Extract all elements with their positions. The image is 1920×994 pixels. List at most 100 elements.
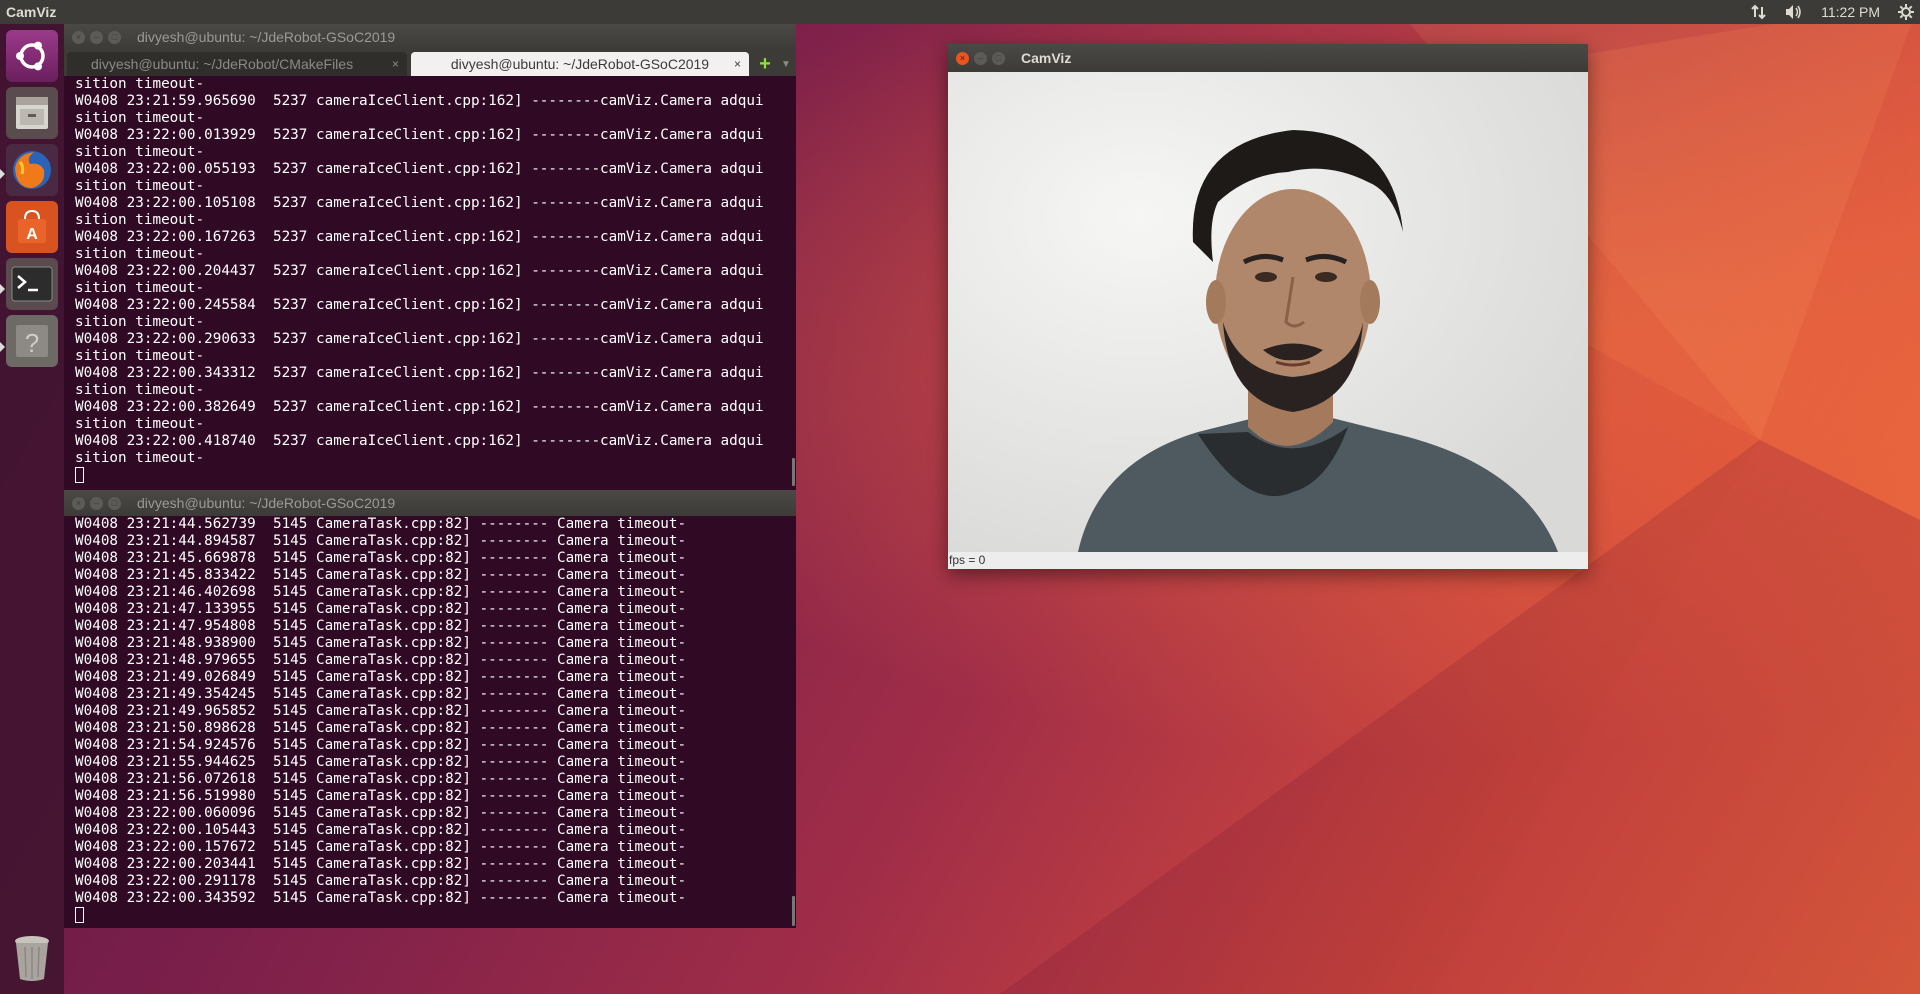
- terminal-top-output[interactable]: sition timeout- W0408 23:21:59.965690 523…: [64, 76, 796, 485]
- close-button[interactable]: ×: [956, 51, 969, 65]
- new-tab-plus-icon[interactable]: +: [755, 53, 775, 75]
- terminal-bottom-output[interactable]: W0408 23:21:44.562739 5145 CameraTask.cp…: [64, 516, 796, 925]
- clock[interactable]: 11:22 PM: [1821, 0, 1880, 24]
- terminal-line: W0408 23:22:00.055193 5237 cameraIceClie…: [75, 161, 764, 177]
- ubuntu-dash-button[interactable]: [6, 30, 58, 82]
- network-transfer-icon[interactable]: [1751, 0, 1767, 24]
- camviz-window[interactable]: × – □ CamViz fps = 0: [948, 44, 1588, 569]
- terminal-line: W0408 23:21:56.072618 5145 CameraTask.cp…: [75, 771, 687, 787]
- scrollbar[interactable]: [792, 458, 795, 486]
- minimize-button[interactable]: –: [90, 496, 103, 510]
- settings-gear-icon[interactable]: [1898, 0, 1914, 24]
- svg-text:?: ?: [25, 328, 39, 358]
- tab-cmakefiles[interactable]: divyesh@ubuntu: ~/JdeRobot/CMakeFiles ×: [67, 52, 407, 76]
- minimize-button[interactable]: –: [90, 30, 103, 44]
- firefox-launcher-button[interactable]: [6, 144, 58, 196]
- window-title: CamViz: [1021, 50, 1072, 66]
- terminal-line: W0408 23:21:49.965852 5145 CameraTask.cp…: [75, 703, 687, 719]
- terminal-tab-bar: divyesh@ubuntu: ~/JdeRobot/CMakeFiles × …: [64, 50, 796, 76]
- active-app-title: CamViz: [6, 4, 57, 20]
- terminal-line: W0408 23:21:44.562739 5145 CameraTask.cp…: [75, 516, 687, 532]
- terminal-line: sition timeout-: [75, 144, 205, 160]
- terminal-line: W0408 23:22:00.203441 5145 CameraTask.cp…: [75, 856, 687, 872]
- launcher: A ?: [0, 24, 64, 994]
- terminal-line: W0408 23:21:56.519980 5145 CameraTask.cp…: [75, 788, 687, 804]
- terminal-window-top[interactable]: × – □ divyesh@ubuntu: ~/JdeRobot-GSoC201…: [64, 24, 796, 490]
- ubuntu-logo-icon: [16, 41, 45, 71]
- terminal-line: W0408 23:22:00.343312 5237 cameraIceClie…: [75, 365, 764, 381]
- terminal-line: sition timeout-: [75, 178, 205, 194]
- terminal-cursor: [75, 467, 84, 483]
- maximize-button[interactable]: □: [108, 496, 121, 510]
- indicators: 11:22 PM: [1751, 0, 1914, 24]
- terminal-top-titlebar[interactable]: × – □ divyesh@ubuntu: ~/JdeRobot-GSoC201…: [64, 24, 796, 50]
- svg-text:A: A: [26, 226, 38, 243]
- tab-gsoc2019[interactable]: divyesh@ubuntu: ~/JdeRobot-GSoC2019 ×: [411, 52, 749, 76]
- terminal-line: sition timeout-: [75, 212, 205, 228]
- tab-label: divyesh@ubuntu: ~/JdeRobot/CMakeFiles: [91, 56, 354, 72]
- terminal-icon: [11, 266, 53, 302]
- terminal-line: W0408 23:22:00.204437 5237 cameraIceClie…: [75, 263, 764, 279]
- firefox-icon: [13, 151, 51, 189]
- terminal-line: W0408 23:22:00.157672 5145 CameraTask.cp…: [75, 839, 687, 855]
- close-button[interactable]: ×: [72, 496, 85, 510]
- tab-close-icon[interactable]: ×: [734, 57, 741, 71]
- maximize-button[interactable]: □: [992, 51, 1005, 65]
- terminal-line: sition timeout-: [75, 348, 205, 364]
- terminal-line: W0408 23:21:47.133955 5145 CameraTask.cp…: [75, 601, 687, 617]
- terminal-line: sition timeout-: [75, 110, 205, 126]
- person-in-frame-image: [948, 72, 1588, 552]
- software-center-launcher-button[interactable]: A: [6, 201, 58, 253]
- window-title: divyesh@ubuntu: ~/JdeRobot-GSoC2019: [137, 29, 396, 45]
- launcher-running-indicator-terminal: [0, 284, 5, 294]
- terminal-line: W0408 23:22:00.245584 5237 cameraIceClie…: [75, 297, 764, 313]
- terminal-line: W0408 23:21:54.924576 5145 CameraTask.cp…: [75, 737, 687, 753]
- terminal-cursor-line: [75, 467, 796, 485]
- tab-close-icon[interactable]: ×: [392, 57, 399, 71]
- terminal-line: sition timeout-: [75, 76, 205, 92]
- terminal-line: W0408 23:21:50.898628 5145 CameraTask.cp…: [75, 720, 687, 736]
- terminal-line: W0408 23:21:46.402698 5145 CameraTask.cp…: [75, 584, 687, 600]
- terminal-window-bottom[interactable]: × – □ divyesh@ubuntu: ~/JdeRobot-GSoC201…: [64, 490, 796, 928]
- terminal-line: W0408 23:21:47.954808 5145 CameraTask.cp…: [75, 618, 687, 634]
- maximize-button[interactable]: □: [108, 30, 121, 44]
- terminal-line: sition timeout-: [75, 450, 205, 466]
- terminal-line: sition timeout-: [75, 280, 205, 296]
- terminal-line: sition timeout-: [75, 314, 205, 330]
- terminal-launcher-button[interactable]: [6, 258, 58, 310]
- volume-icon[interactable]: [1785, 0, 1803, 24]
- camviz-body: fps = 0: [948, 72, 1588, 569]
- trash-launcher-button[interactable]: [6, 930, 58, 986]
- terminal-line: W0408 23:21:49.026849 5145 CameraTask.cp…: [75, 669, 687, 685]
- terminal-line: sition timeout-: [75, 382, 205, 398]
- terminal-cursor-line: [75, 907, 796, 925]
- terminal-line: W0408 23:21:48.979655 5145 CameraTask.cp…: [75, 652, 687, 668]
- terminal-line: W0408 23:22:00.105108 5237 cameraIceClie…: [75, 195, 764, 211]
- minimize-button[interactable]: –: [974, 51, 987, 65]
- window-title: divyesh@ubuntu: ~/JdeRobot-GSoC2019: [137, 495, 396, 511]
- terminal-line: W0408 23:21:49.354245 5145 CameraTask.cp…: [75, 686, 687, 702]
- terminal-bottom-titlebar[interactable]: × – □ divyesh@ubuntu: ~/JdeRobot-GSoC201…: [64, 490, 796, 516]
- terminal-line: W0408 23:22:00.382649 5237 cameraIceClie…: [75, 399, 764, 415]
- close-button[interactable]: ×: [72, 30, 85, 44]
- camviz-titlebar[interactable]: × – □ CamViz: [948, 44, 1588, 72]
- terminal-line: W0408 23:22:00.060096 5145 CameraTask.cp…: [75, 805, 687, 821]
- shopping-bag-icon: A: [18, 209, 46, 243]
- terminal-line: W0408 23:21:44.894587 5145 CameraTask.cp…: [75, 533, 687, 549]
- camera-video-feed: [948, 72, 1588, 552]
- terminal-line: W0408 23:22:00.167263 5237 cameraIceClie…: [75, 229, 764, 245]
- terminal-line: W0408 23:21:45.669878 5145 CameraTask.cp…: [75, 550, 687, 566]
- tab-label: divyesh@ubuntu: ~/JdeRobot-GSoC2019: [450, 56, 710, 72]
- terminal-line: W0408 23:22:00.013929 5237 cameraIceClie…: [75, 127, 764, 143]
- tab-list-dropdown-icon[interactable]: ▼: [781, 59, 791, 70]
- scrollbar[interactable]: [792, 896, 795, 926]
- terminal-line: W0408 23:21:59.965690 5237 cameraIceClie…: [75, 93, 764, 109]
- launcher-running-indicator: [0, 169, 5, 179]
- terminal-line: sition timeout-: [75, 416, 205, 432]
- terminal-line: W0408 23:22:00.343592 5145 CameraTask.cp…: [75, 890, 687, 906]
- help-launcher-button[interactable]: ?: [6, 315, 58, 367]
- files-launcher-button[interactable]: [6, 87, 58, 139]
- terminal-line: W0408 23:21:55.944625 5145 CameraTask.cp…: [75, 754, 687, 770]
- terminal-line: W0408 23:21:48.938900 5145 CameraTask.cp…: [75, 635, 687, 651]
- terminal-line: W0408 23:22:00.291178 5145 CameraTask.cp…: [75, 873, 687, 889]
